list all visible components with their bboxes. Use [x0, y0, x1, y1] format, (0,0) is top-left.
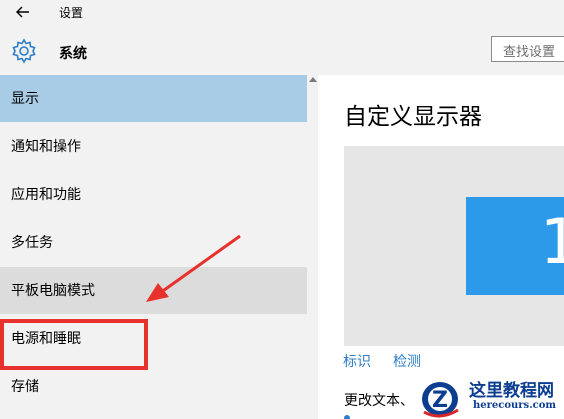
sidebar-item-multitasking[interactable]: 多任务 — [0, 219, 307, 266]
sidebar-item-label: 平板电脑模式 — [11, 283, 95, 299]
search-placeholder: 查找设置 — [503, 45, 556, 60]
search-input[interactable]: 查找设置 — [491, 36, 564, 62]
monitor-number: 1 — [540, 205, 564, 278]
gear-icon — [12, 38, 36, 64]
detect-link[interactable]: 检测 — [393, 351, 421, 371]
main-content: 自定义显示器 1 标识 检测 更改文本、 — [318, 75, 564, 419]
sidebar-item-notifications[interactable]: 通知和操作 — [0, 123, 307, 170]
monitor-tile[interactable]: 1 — [466, 197, 564, 295]
sidebar-item-label: 应用和功能 — [11, 187, 81, 203]
back-arrow-icon[interactable] — [14, 3, 32, 21]
slider-thumb[interactable] — [344, 415, 350, 419]
watermark-title: 这里教程网 — [469, 381, 554, 401]
content-title: 自定义显示器 — [344, 104, 482, 130]
scroll-up-icon[interactable] — [309, 77, 317, 82]
sidebar-item-tablet-mode[interactable]: 平板电脑模式 — [0, 267, 307, 314]
display-arrangement: 1 — [344, 146, 564, 346]
sidebar-item-apps[interactable]: 应用和功能 — [0, 171, 307, 218]
identify-link[interactable]: 标识 — [343, 351, 371, 371]
sidebar-item-display[interactable]: 显示 — [0, 75, 307, 122]
sidebar-item-label: 通知和操作 — [11, 139, 81, 155]
title-bar: 设置 — [0, 0, 564, 28]
sidebar-item-label: 显示 — [11, 91, 39, 107]
svg-text:Z: Z — [432, 388, 448, 413]
watermark-url: herecours.com — [473, 400, 557, 411]
sidebar-item-storage[interactable]: 存储 — [0, 363, 307, 410]
page-title: 系统 — [59, 46, 87, 62]
window-title: 设置 — [59, 6, 84, 20]
change-text-label: 更改文本、 — [344, 393, 414, 409]
header: 系统 查找设置 — [0, 28, 564, 74]
sidebar-item-label: 存储 — [11, 379, 39, 395]
sidebar-scrollbar[interactable] — [307, 75, 318, 419]
sidebar-item-label: 多任务 — [11, 235, 53, 251]
annotation-highlight-box — [0, 319, 148, 370]
watermark: Z 这里教程网 herecours.com — [418, 376, 564, 419]
